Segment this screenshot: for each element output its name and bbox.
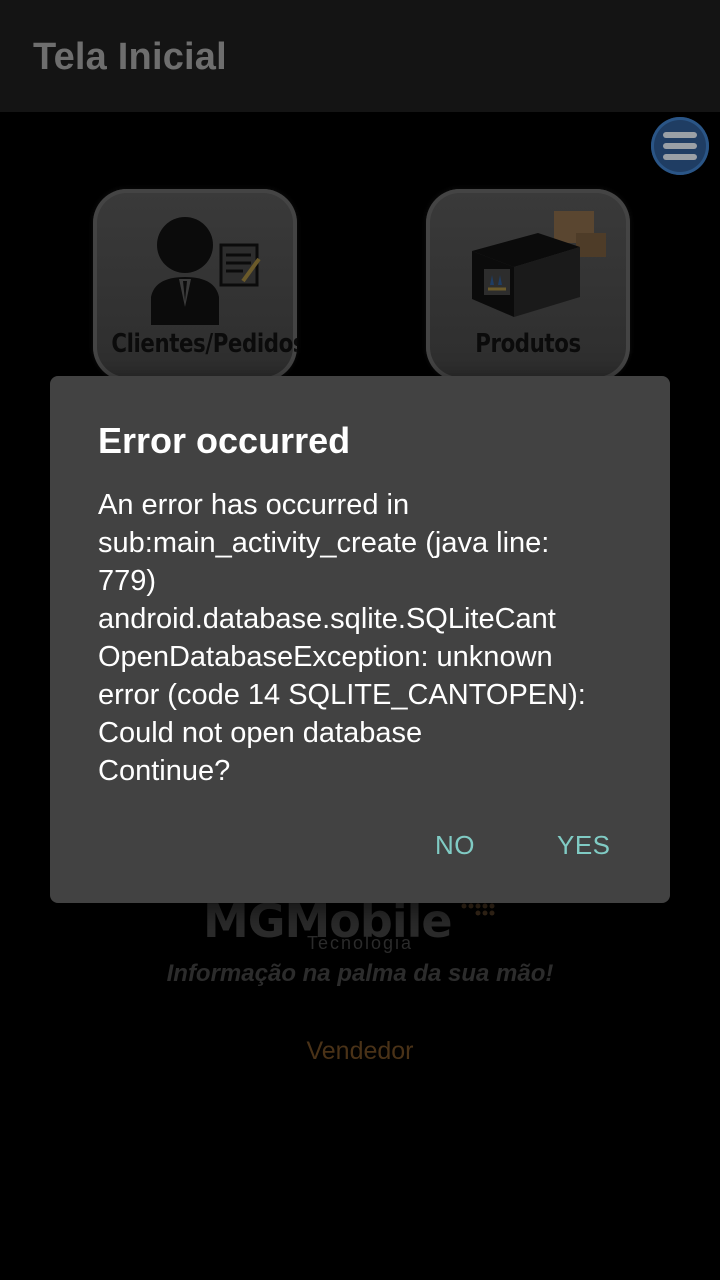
error-dialog: Error occurred An error has occurred in … (50, 376, 670, 903)
products-button[interactable]: Produtos (426, 189, 630, 381)
menu-icon (663, 132, 697, 138)
app-bar: Tela Inicial (0, 0, 720, 112)
clients-orders-label: Clientes/Pedidos (111, 329, 297, 359)
clients-orders-button[interactable]: Clientes/Pedidos (93, 189, 297, 381)
page-title: Tela Inicial (33, 36, 227, 78)
menu-icon-bar (663, 154, 697, 160)
tagline: Informação na palma da sua mão! (166, 960, 554, 987)
products-label: Produtos (475, 329, 581, 359)
user-role: Vendedor (306, 1037, 414, 1065)
menu-icon-bar (663, 143, 697, 149)
branding: MGMobile Tecnologia Informação na palma … (0, 880, 720, 1080)
logo-dots-icon (461, 903, 495, 916)
menu-button[interactable] (651, 117, 709, 175)
dialog-message: An error has occurred in sub:main_activi… (98, 489, 586, 787)
no-button[interactable]: NO (435, 830, 475, 861)
yes-button[interactable]: YES (557, 830, 611, 861)
logo-subtitle: Tecnologia (307, 933, 414, 953)
dialog-title: Error occurred (98, 420, 351, 461)
